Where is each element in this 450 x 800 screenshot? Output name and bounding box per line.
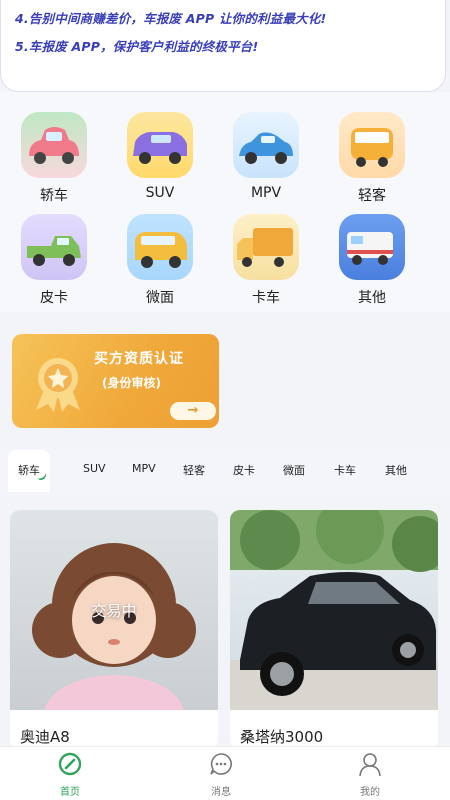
- category-truck[interactable]: 卡车: [226, 214, 306, 307]
- tab-label: 其他: [385, 464, 407, 477]
- listing-card[interactable]: 交易中 奥迪A8: [10, 510, 218, 750]
- tab-truck[interactable]: 卡车: [334, 462, 356, 478]
- bottom-nav: 首页 消息 我的: [0, 746, 450, 800]
- minivan-icon: [127, 214, 193, 280]
- home-icon: [58, 752, 82, 776]
- category-label: SUV: [145, 185, 175, 201]
- category-grid: 轿车 SUV MPV 轻客 皮卡 微面 卡车 其他: [0, 92, 450, 312]
- mpv-icon: [233, 112, 299, 178]
- tab-label: 轻客: [183, 464, 205, 477]
- banner-title: 买方资质认证: [94, 351, 184, 367]
- sedan-icon: [21, 112, 87, 178]
- notice-line-4: 4.告别中间商赚差价，车报废 APP 让你的利益最大化!: [15, 11, 327, 26]
- listing-name: 奥迪A8: [20, 728, 70, 746]
- profile-icon: [359, 753, 381, 777]
- tab-other[interactable]: 其他: [385, 462, 407, 478]
- nav-label: 首页: [60, 787, 80, 798]
- category-pickup[interactable]: 皮卡: [14, 214, 94, 307]
- category-light-bus[interactable]: 轻客: [332, 112, 412, 205]
- nav-label: 我的: [360, 787, 380, 798]
- tab-label: MPV: [132, 462, 156, 475]
- listing-card[interactable]: 桑塔纳3000: [230, 510, 438, 750]
- category-suv[interactable]: SUV: [120, 112, 200, 201]
- nav-profile[interactable]: 我的: [340, 751, 400, 798]
- category-label: 微面: [146, 290, 174, 306]
- suv-icon: [127, 112, 193, 178]
- category-other[interactable]: 其他: [332, 214, 412, 307]
- rv-icon: [339, 214, 405, 280]
- category-sedan[interactable]: 轿车: [14, 112, 94, 205]
- tab-label: 微面: [283, 464, 305, 477]
- status-badge: 交易中: [91, 602, 137, 620]
- category-tabs: 轿车 SUV MPV 轻客 皮卡 微面 卡车 其他: [0, 446, 450, 498]
- banner-subtitle: (身份审核): [102, 376, 161, 390]
- light-bus-icon: [339, 112, 405, 178]
- truck-icon: [233, 214, 299, 280]
- nav-messages[interactable]: 消息: [191, 751, 251, 798]
- category-minivan[interactable]: 微面: [120, 214, 200, 307]
- pickup-icon: [21, 214, 87, 280]
- message-icon: [210, 753, 232, 775]
- category-mpv[interactable]: MPV: [226, 112, 306, 201]
- category-label: 轿车: [40, 188, 68, 204]
- medal-icon: [36, 358, 80, 412]
- tab-label: SUV: [83, 462, 106, 475]
- tab-minivan[interactable]: 微面: [283, 462, 305, 478]
- tab-label: 皮卡: [233, 464, 255, 477]
- listing-image: [230, 510, 438, 710]
- tab-suv[interactable]: SUV: [83, 462, 106, 475]
- tab-label: 卡车: [334, 464, 356, 477]
- tab-mpv[interactable]: MPV: [132, 462, 156, 475]
- nav-home[interactable]: 首页: [40, 751, 100, 798]
- category-label: 轻客: [358, 188, 386, 204]
- arrow-right-button[interactable]: →: [170, 402, 216, 420]
- buyer-certification-banner[interactable]: 买方资质认证 (身份审核) →: [12, 334, 219, 428]
- tab-sedan[interactable]: 轿车: [8, 450, 50, 492]
- notice-card: 4.告别中间商赚差价，车报废 APP 让你的利益最大化! 5.车报废 APP，保…: [0, 0, 446, 92]
- tab-light-bus[interactable]: 轻客: [183, 462, 205, 478]
- notice-line-5: 5.车报废 APP，保护客户利益的终极平台!: [15, 39, 259, 54]
- category-label: MPV: [250, 185, 282, 201]
- nav-label: 消息: [211, 787, 231, 798]
- category-label: 其他: [358, 290, 386, 306]
- category-label: 皮卡: [40, 290, 68, 306]
- listing-name: 桑塔纳3000: [240, 728, 324, 746]
- tab-pickup[interactable]: 皮卡: [233, 462, 255, 478]
- category-label: 卡车: [252, 290, 280, 306]
